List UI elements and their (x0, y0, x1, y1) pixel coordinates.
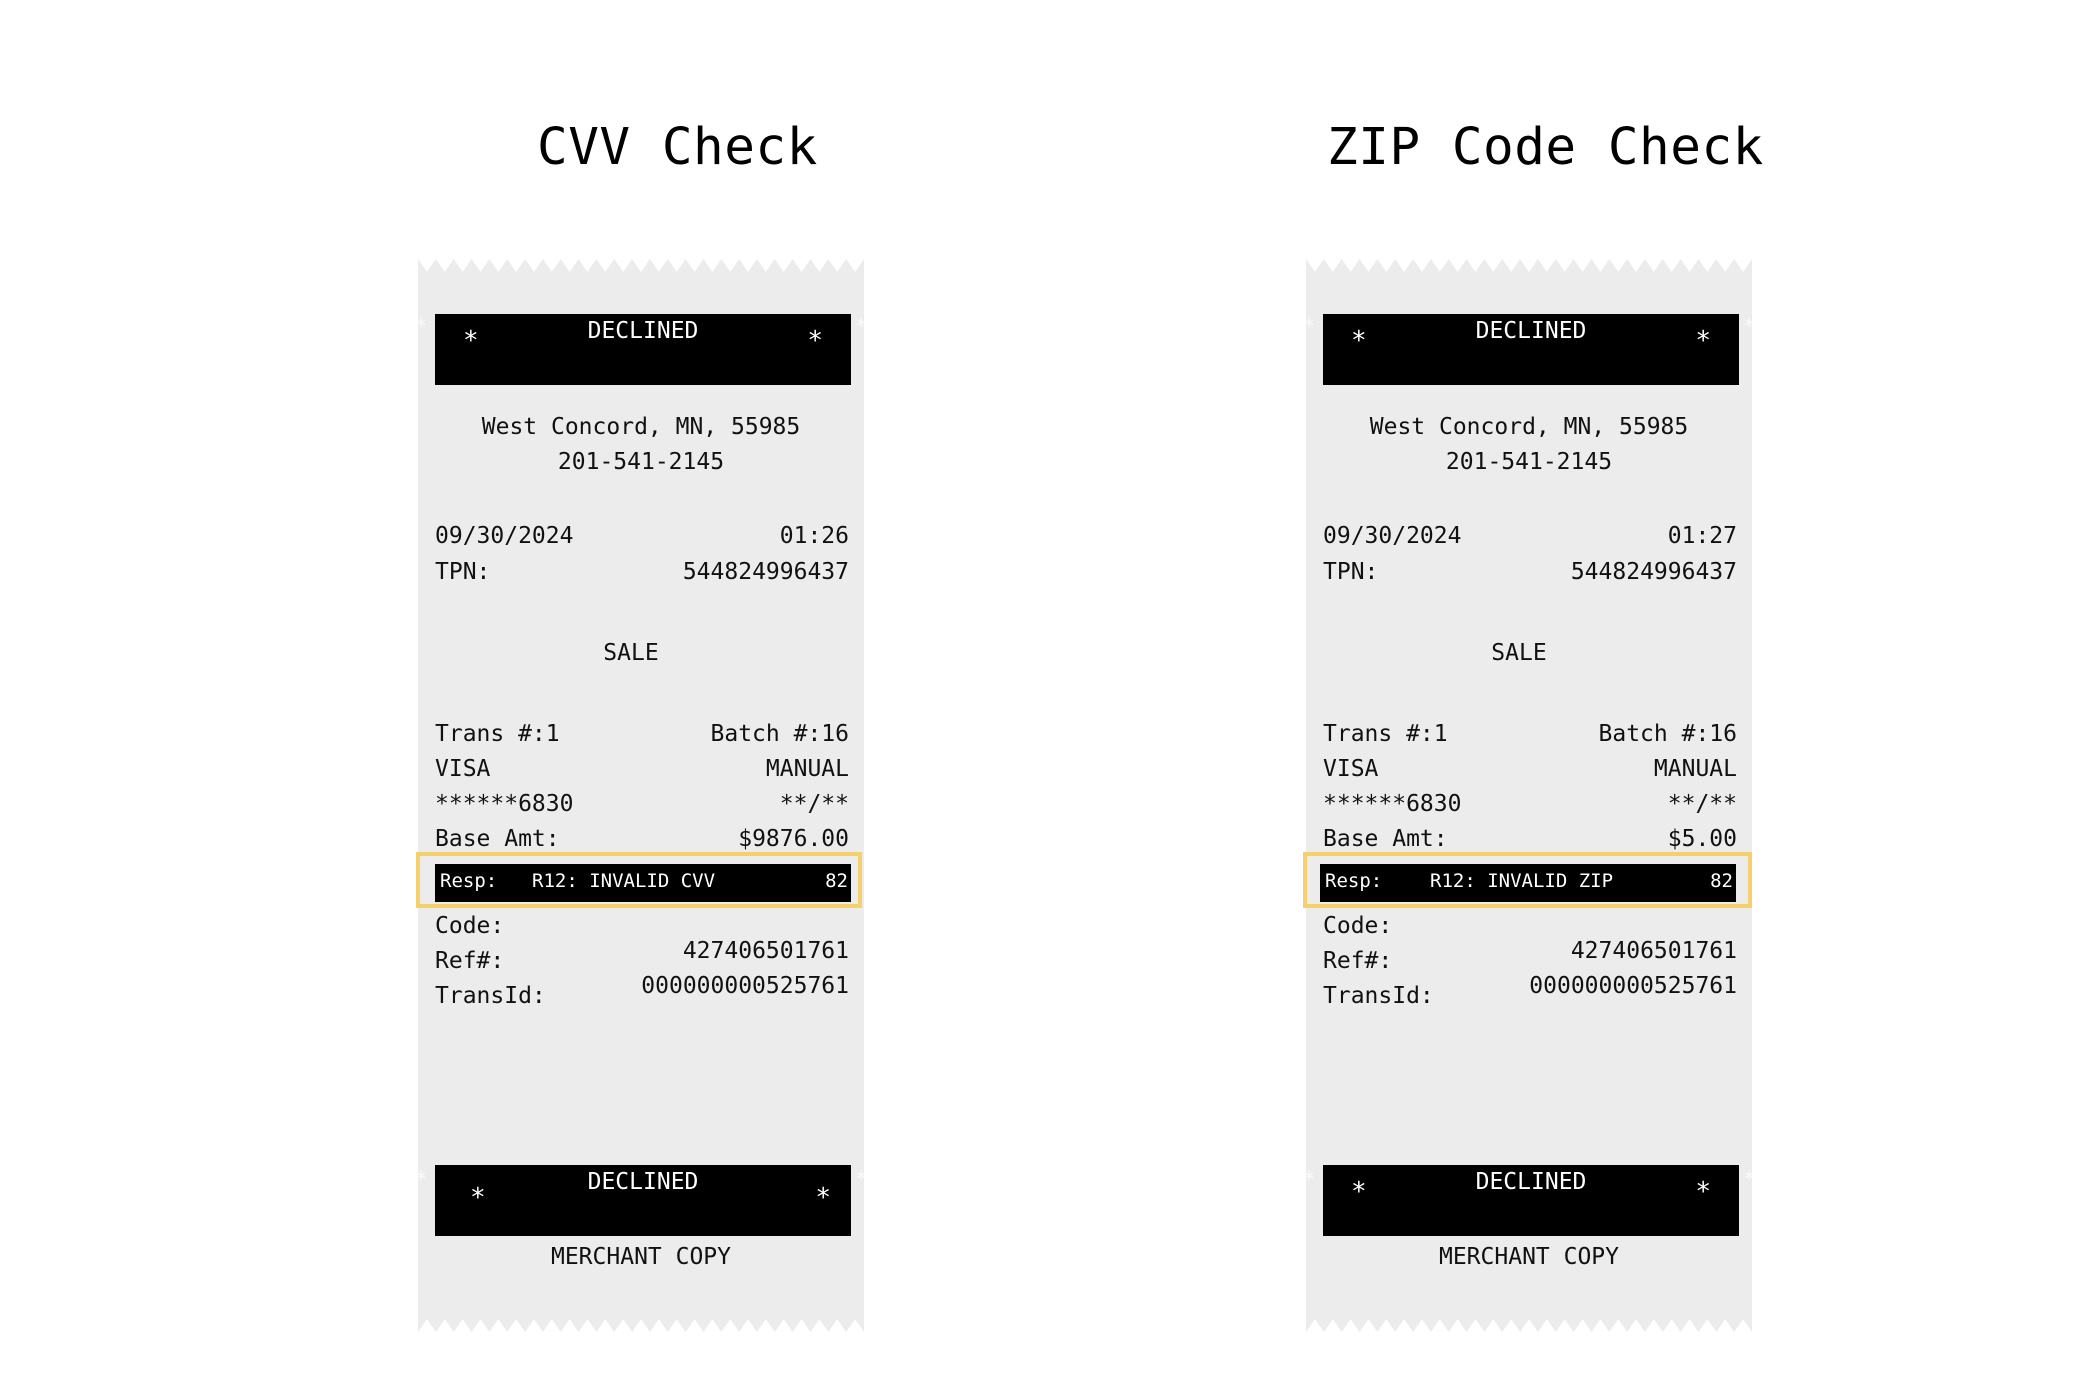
merchant-address: West Concord, MN, 55985 (1369, 414, 1689, 440)
merchant-copy-label: MERCHANT COPY (550, 1244, 731, 1270)
star-icon: * (1695, 326, 1711, 356)
star-icon: * (815, 1183, 831, 1213)
card-row: VISA MANUAL (435, 756, 849, 786)
star-icon: * (1695, 1177, 1711, 1207)
edge-star: * (854, 1167, 867, 1191)
response-bar: Resp: R12: INVALID ZIP 82 (1320, 864, 1736, 902)
base-amount-label: Base Amt: (1323, 826, 1448, 852)
code-label: Code: (435, 913, 505, 939)
datetime-row: 09/30/2024 01:26 (435, 523, 849, 553)
edge-star: * (1742, 1167, 1755, 1191)
transid-value: 000000000525761 (1529, 973, 1737, 999)
ref-label: Ref#: (1323, 948, 1393, 974)
receipt-zip: * * * DECLINED * West Concord, MN, 55985… (1303, 259, 1755, 1332)
declined-label: DECLINED (587, 1169, 699, 1195)
declined-banner-top: * DECLINED * (435, 314, 851, 385)
entry-mode: MANUAL (765, 756, 849, 782)
transaction-type: SALE (1491, 640, 1547, 666)
response-bar: Resp: R12: INVALID CVV 82 (435, 864, 851, 902)
card-number-row: ******6830 **/** (1323, 791, 1737, 821)
base-amount-label: Base Amt: (435, 826, 560, 852)
tpn-label: TPN: (1323, 559, 1379, 585)
date: 09/30/2024 (1323, 523, 1462, 549)
card-expiry: **/** (1667, 791, 1737, 817)
time: 01:26 (779, 523, 849, 549)
time: 01:27 (1667, 523, 1737, 549)
trans-number: Trans #:1 (1323, 721, 1448, 747)
tpn-row: TPN: 544824996437 (435, 559, 849, 589)
declined-banner-bottom: * DECLINED * (435, 1165, 851, 1236)
transid-value: 000000000525761 (641, 973, 849, 999)
merchant-address: West Concord, MN, 55985 (481, 414, 801, 440)
date: 09/30/2024 (435, 523, 574, 549)
declined-label: DECLINED (587, 318, 699, 344)
transid-row: TransId: 000000000525761 (1323, 973, 1737, 1013)
trans-number: Trans #:1 (435, 721, 560, 747)
card-brand: VISA (1323, 756, 1379, 782)
card-number: ******6830 (435, 791, 574, 817)
transid-label: TransId: (1323, 983, 1434, 1009)
receipt-cvv: * * * DECLINED * West Concord, MN, 55985… (415, 259, 867, 1332)
tpn-value: 544824996437 (1570, 559, 1737, 585)
card-row: VISA MANUAL (1323, 756, 1737, 786)
batch-number: Batch #:16 (1598, 721, 1737, 747)
batch-number: Batch #:16 (710, 721, 849, 747)
panel-title-cvv: CVV Check (537, 118, 818, 177)
ref-value: 427406501761 (682, 938, 849, 964)
ref-label: Ref#: (435, 948, 505, 974)
response-code: 82 (825, 870, 848, 892)
response-label: Resp: (440, 870, 498, 892)
entry-mode: MANUAL (1653, 756, 1737, 782)
ref-value: 427406501761 (1570, 938, 1737, 964)
trans-batch-row: Trans #:1 Batch #:16 (1323, 721, 1737, 751)
star-icon: * (807, 326, 823, 356)
merchant-phone: 201-541-2145 (557, 449, 725, 475)
edge-star: * (1303, 314, 1316, 338)
edge-star: * (1742, 314, 1755, 338)
base-amount-value: $9876.00 (738, 826, 849, 852)
card-expiry: **/** (779, 791, 849, 817)
base-amount-value: $5.00 (1667, 826, 1737, 852)
tpn-value: 544824996437 (682, 559, 849, 585)
edge-star: * (415, 314, 428, 338)
panel-title-zip: ZIP Code Check (1327, 118, 1764, 177)
card-number: ******6830 (1323, 791, 1462, 817)
response-message: R12: INVALID ZIP (1430, 870, 1614, 892)
tpn-label: TPN: (435, 559, 491, 585)
response-code: 82 (1710, 870, 1733, 892)
card-number-row: ******6830 **/** (435, 791, 849, 821)
edge-star: * (1303, 1167, 1316, 1191)
trans-batch-row: Trans #:1 Batch #:16 (435, 721, 849, 751)
merchant-copy-label: MERCHANT COPY (1438, 1244, 1619, 1270)
transid-row: TransId: 000000000525761 (435, 973, 849, 1013)
merchant-phone: 201-541-2145 (1445, 449, 1613, 475)
code-label: Code: (1323, 913, 1393, 939)
tpn-row: TPN: 544824996437 (1323, 559, 1737, 589)
transaction-type: SALE (603, 640, 659, 666)
edge-star: * (415, 1167, 428, 1191)
response-message: R12: INVALID CVV (532, 870, 716, 892)
declined-label: DECLINED (1475, 318, 1587, 344)
declined-label: DECLINED (1475, 1169, 1587, 1195)
declined-banner-top: * DECLINED * (1323, 314, 1739, 385)
edge-star: * (854, 314, 867, 338)
card-brand: VISA (435, 756, 491, 782)
response-label: Resp: (1325, 870, 1383, 892)
transid-label: TransId: (435, 983, 546, 1009)
datetime-row: 09/30/2024 01:27 (1323, 523, 1737, 553)
declined-banner-bottom: * DECLINED * (1323, 1165, 1739, 1236)
